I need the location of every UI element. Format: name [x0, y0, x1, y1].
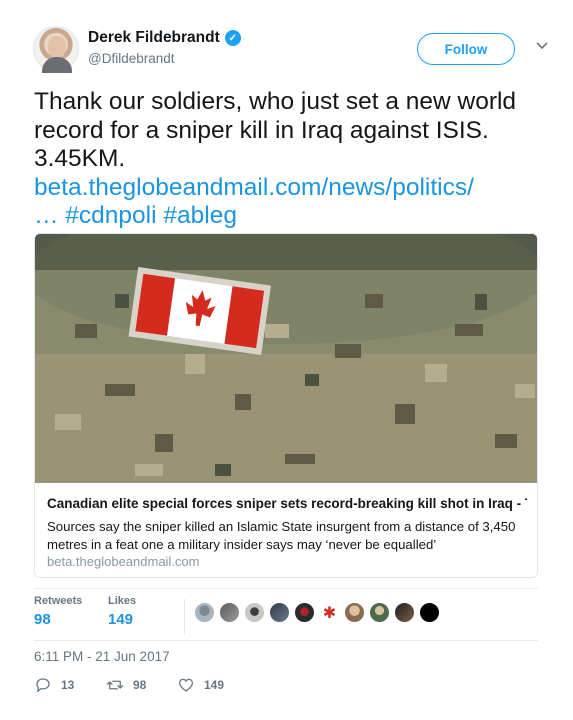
stats-divider: [184, 599, 185, 635]
liker-avatar[interactable]: [394, 602, 415, 623]
author-handle[interactable]: @Dfildebrandt: [88, 51, 241, 66]
avatar-face-shape: [48, 36, 66, 58]
card-title[interactable]: Canadian elite special forces sniper set…: [47, 496, 527, 511]
reply-count: 13: [61, 678, 75, 692]
card-domain: beta.theglobeandmail.com: [47, 554, 200, 569]
tweet-hashtags[interactable]: … #cdnpoli #ableg: [34, 202, 544, 231]
retweet-count: 98: [133, 678, 147, 692]
tweet-header: Derek Fildebrandt ✓ @Dfildebrandt Follow: [33, 26, 553, 76]
like-button[interactable]: 149: [177, 676, 224, 694]
camouflage-sleeve-image: [35, 234, 537, 483]
verified-badge-icon: ✓: [224, 30, 241, 46]
liker-avatar[interactable]: [419, 602, 440, 623]
heart-icon: [178, 678, 194, 692]
retweet-button[interactable]: 98: [106, 676, 146, 694]
tweet-link-url[interactable]: beta.theglobeandmail.com/news/politics/: [34, 174, 544, 203]
retweets-label: Retweets: [34, 595, 83, 607]
liker-avatar[interactable]: [269, 602, 290, 623]
tweet-actions: 13 98 149: [34, 676, 434, 696]
tweet-text: Thank our soldiers, who just set a new w…: [34, 88, 544, 231]
avatar-body-shape: [42, 57, 72, 73]
likes-count[interactable]: 149: [108, 611, 136, 628]
retweet-icon: [106, 680, 124, 690]
liker-avatars: ✱: [194, 602, 440, 623]
card-image[interactable]: [35, 234, 537, 483]
tweet-text-line: Thank our soldiers, who just set a new w…: [34, 88, 517, 115]
likes-label: Likes: [108, 595, 137, 607]
liker-avatar[interactable]: [244, 602, 265, 623]
liker-avatar[interactable]: [219, 602, 240, 623]
liker-avatar[interactable]: ✱: [319, 602, 340, 623]
retweets-stat[interactable]: Retweets 98: [34, 595, 82, 628]
likes-stat[interactable]: Likes 149: [108, 595, 136, 628]
reply-button[interactable]: 13: [34, 676, 74, 694]
avatar[interactable]: [33, 26, 79, 73]
liker-avatar[interactable]: [344, 602, 365, 623]
retweets-count[interactable]: 98: [34, 611, 82, 628]
tweet-text-line: 3.45KM.: [34, 145, 126, 172]
follow-button[interactable]: Follow: [417, 33, 515, 65]
stats-top-divider: [34, 588, 538, 589]
card-description: Sources say the sniper killed an Islamic…: [47, 519, 516, 552]
tweet-timestamp[interactable]: 6:11 PM - 21 Jun 2017: [34, 649, 170, 664]
liker-avatar[interactable]: [294, 602, 315, 623]
liker-avatar[interactable]: [369, 602, 390, 623]
tweet-stats: Retweets 98 Likes 149 ✱: [34, 595, 544, 639]
author-name-row[interactable]: Derek Fildebrandt ✓: [88, 29, 241, 47]
chevron-down-icon-svg: [536, 42, 548, 50]
link-card[interactable]: Canadian elite special forces sniper set…: [34, 233, 538, 578]
like-count: 149: [204, 678, 225, 692]
stats-bottom-divider: [34, 640, 538, 641]
author-block[interactable]: Derek Fildebrandt ✓ @Dfildebrandt: [88, 29, 241, 66]
tweet-text-line: record for a sniper kill in Iraq against…: [34, 116, 489, 144]
liker-avatar[interactable]: [194, 602, 215, 623]
chevron-down-icon[interactable]: [533, 38, 551, 56]
author-display-name[interactable]: Derek Fildebrandt: [88, 29, 220, 47]
reply-icon: [36, 678, 50, 693]
